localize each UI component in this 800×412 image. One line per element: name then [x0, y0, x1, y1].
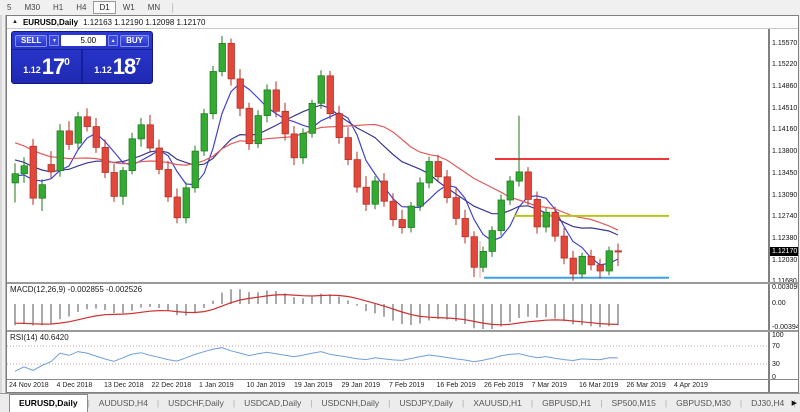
date-label: 26 Mar 2019	[627, 382, 666, 389]
timeframe-button-d1[interactable]: D1	[93, 1, 115, 14]
main-chart-panel: SELL ▼ 5.00 ▲ BUY 1.12 17 0 1.12 18 7	[7, 29, 798, 282]
price-axis: 1.15570 1.15220 1.14860 1.14510 1.14160 1.138…	[768, 29, 798, 282]
rsi-axis-label: 100	[772, 332, 784, 340]
date-label: 24 Nov 2018	[9, 382, 49, 389]
volume-increase-icon[interactable]: ▲	[108, 35, 118, 46]
rsi-axis-label: 70	[772, 343, 780, 351]
ask-price-display[interactable]: 1.12 18 7	[81, 50, 152, 83]
volume-field[interactable]: 5.00	[61, 35, 106, 46]
chart-tab-xauusd[interactable]: XAUUSD,H1	[464, 395, 531, 412]
chart-tab-gbpusd[interactable]: GBPUSD,H1	[533, 395, 600, 412]
chart-ohlc-values: 1.12163 1.12190 1.12098 1.12170	[83, 18, 205, 27]
ask-price-big-digits: 18	[113, 55, 135, 79]
price-axis-label: 1.14160	[772, 126, 797, 134]
tabs-scroll-right-icon[interactable]: ▶	[792, 399, 797, 407]
macd-panel: MACD(12,26,9) -0.002855 -0.002526 0.0030…	[7, 284, 798, 330]
bid-price-big-digits: 17	[42, 55, 64, 79]
chart-tab-usdchf[interactable]: USDCHF,Daily	[159, 395, 233, 412]
rsi-plot[interactable]: RSI(14) 40.6420	[7, 332, 768, 379]
chart-tabs-bar: EURUSD,Daily|AUDUSD,H4|USDCHF,Daily|USDC…	[0, 393, 800, 412]
date-label: 19 Jan 2019	[294, 382, 333, 389]
rsi-axis-label: 30	[772, 361, 780, 369]
macd-axis: 0.003095 0.00 -0.003947	[768, 284, 798, 330]
timeframe-button-h4[interactable]: H4	[70, 1, 92, 14]
timeframe-button-m30[interactable]: M30	[18, 1, 46, 14]
date-label: 7 Mar 2019	[532, 382, 567, 389]
price-axis-label: 1.14510	[772, 105, 797, 113]
date-axis-corner	[768, 380, 798, 392]
date-label: 1 Jan 2019	[199, 382, 234, 389]
chart-symbol-title: EURUSD,Daily	[23, 18, 78, 27]
toolbar-separator	[172, 3, 173, 13]
trade-widget-controls: SELL ▼ 5.00 ▲ BUY	[12, 32, 152, 49]
chart-window: ▲ EURUSD,Daily 1.12163 1.12190 1.12098 1…	[6, 15, 799, 393]
price-axis-label: 1.14860	[772, 83, 797, 91]
chart-tab-dj30[interactable]: DJ30,H4	[742, 395, 793, 412]
one-click-trading-widget: SELL ▼ 5.00 ▲ BUY 1.12 17 0 1.12 18 7	[11, 31, 153, 84]
date-label: 16 Mar 2019	[579, 382, 618, 389]
price-axis-label: 1.15220	[772, 61, 797, 69]
price-axis-label: 1.11680	[772, 278, 797, 282]
chart-tab-usdjpy[interactable]: USDJPY,Daily	[390, 395, 462, 412]
price-axis-label: 1.12030	[772, 257, 797, 265]
chart-title-bar: ▲ EURUSD,Daily 1.12163 1.12190 1.12098 1…	[7, 16, 798, 29]
timeframe-button-mn[interactable]: MN	[142, 1, 166, 14]
macd-axis-label: 0.003095	[772, 284, 798, 292]
chart-tab-sp500[interactable]: SP500,M15	[602, 395, 664, 412]
sell-button[interactable]: SELL	[15, 35, 47, 47]
date-axis: 24 Nov 2018 4 Dec 2018 13 Dec 2018 22 Dec 2…	[7, 380, 768, 392]
price-axis-label: 1.12740	[772, 213, 797, 221]
rsi-label: RSI(14) 40.6420	[10, 333, 69, 342]
date-label: 4 Dec 2018	[57, 382, 93, 389]
price-axis-label: 1.12380	[772, 235, 797, 243]
rsi-axis: 10070300	[768, 332, 798, 379]
timeframe-button-h1[interactable]: H1	[47, 1, 69, 14]
date-label: 7 Feb 2019	[389, 382, 424, 389]
date-label: 10 Jan 2019	[247, 382, 286, 389]
chart-tab-gbpusd[interactable]: GBPUSD,M30	[667, 395, 740, 412]
buy-button[interactable]: BUY	[120, 35, 149, 47]
bid-price-pipette: 0	[64, 57, 70, 68]
bid-price-prefix: 1.12	[23, 65, 41, 75]
chart-tab-usdcnh[interactable]: USDCNH,Daily	[312, 395, 388, 412]
date-label: 4 Apr 2019	[674, 382, 708, 389]
price-axis-label: 1.13800	[772, 148, 797, 156]
chart-tab-eurusd[interactable]: EURUSD,Daily	[9, 394, 88, 412]
macd-plot[interactable]: MACD(12,26,9) -0.002855 -0.002526	[7, 284, 768, 330]
price-axis-label: 1.13450	[772, 170, 797, 178]
price-chart-plot[interactable]: SELL ▼ 5.00 ▲ BUY 1.12 17 0 1.12 18 7	[7, 29, 768, 282]
ask-price-pipette: 7	[135, 57, 141, 68]
price-axis-label: 1.15570	[772, 40, 797, 48]
date-label: 13 Dec 2018	[104, 382, 144, 389]
price-axis-label: 1.13090	[772, 192, 797, 200]
date-label: 29 Jan 2019	[342, 382, 381, 389]
timeframe-button-5[interactable]: 5	[1, 1, 17, 14]
volume-decrease-icon[interactable]: ▼	[49, 35, 59, 46]
collapse-icon[interactable]: ▲	[12, 19, 18, 25]
rsi-chart	[7, 332, 768, 379]
macd-label: MACD(12,26,9) -0.002855 -0.002526	[10, 285, 142, 294]
date-label: 16 Feb 2019	[437, 382, 476, 389]
date-label: 26 Feb 2019	[484, 382, 523, 389]
chart-tab-audusd[interactable]: AUDUSD,H4	[90, 395, 157, 412]
ask-price-prefix: 1.12	[94, 65, 112, 75]
bid-price-display[interactable]: 1.12 17 0	[12, 50, 81, 83]
trade-widget-prices: 1.12 17 0 1.12 18 7	[12, 49, 152, 83]
macd-axis-label: -0.003947	[772, 324, 798, 330]
timeframe-button-w1[interactable]: W1	[117, 1, 141, 14]
date-axis-row: 24 Nov 2018 4 Dec 2018 13 Dec 2018 22 Dec 2…	[7, 379, 798, 392]
current-price-tag: 1.12170	[770, 247, 798, 256]
chart-tab-usdcad[interactable]: USDCAD,Daily	[235, 395, 310, 412]
date-label: 22 Dec 2018	[152, 382, 192, 389]
timeframe-toolbar: 5M30H1H4D1W1MN	[0, 0, 800, 15]
macd-axis-label: 0.00	[772, 300, 786, 308]
rsi-panel: RSI(14) 40.6420 10070300	[7, 332, 798, 379]
